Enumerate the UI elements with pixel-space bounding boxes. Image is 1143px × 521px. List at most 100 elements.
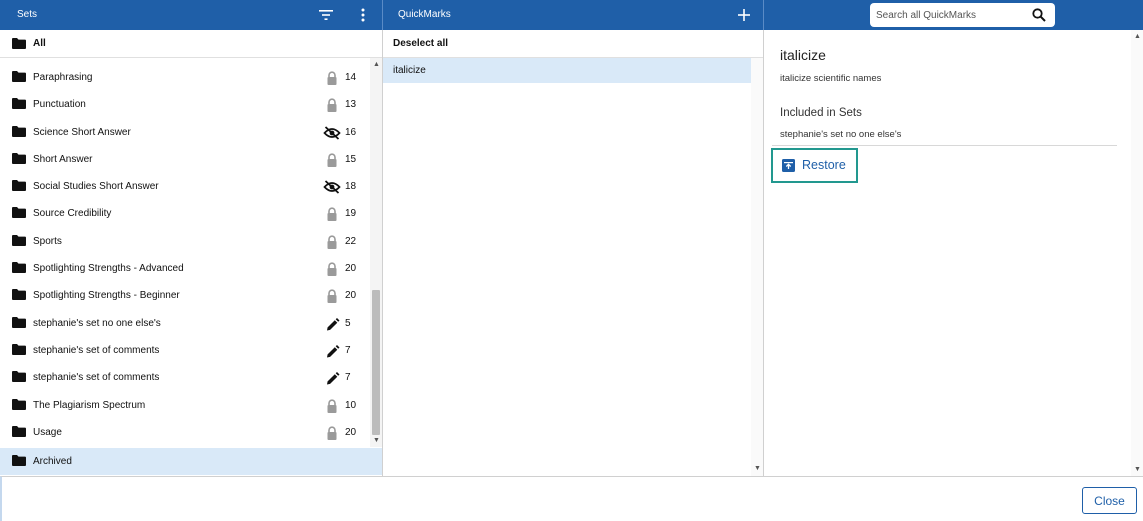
set-label: Social Studies Short Answer xyxy=(33,181,159,193)
pencil-icon xyxy=(323,371,341,385)
set-label: Source Credibility xyxy=(33,208,112,220)
set-count: 10 xyxy=(345,399,357,411)
set-count: 18 xyxy=(345,181,357,193)
deselect-all-label: Deselect all xyxy=(393,38,449,49)
set-count: 16 xyxy=(345,126,357,138)
lock-icon xyxy=(323,235,341,249)
set-count: 20 xyxy=(345,263,357,275)
folder-icon xyxy=(12,180,26,192)
quickmark-title: italicize xyxy=(780,47,826,63)
folder-icon xyxy=(12,262,26,274)
hidden-eye-icon xyxy=(323,180,341,194)
set-list-item[interactable]: Spotlighting Strengths - Beginner 20 xyxy=(0,282,370,309)
set-count: 7 xyxy=(345,344,351,356)
pencil-icon xyxy=(323,344,341,358)
lock-icon xyxy=(323,71,341,85)
set-list-item[interactable]: Science Short Answer 16 xyxy=(0,119,370,146)
folder-icon xyxy=(12,289,26,301)
sidebar-item-archived[interactable]: Archived xyxy=(0,448,382,475)
scroll-thumb[interactable] xyxy=(372,290,380,435)
set-list-item[interactable]: Spotlighting Strengths - Advanced 20 xyxy=(0,255,370,282)
header-divider xyxy=(763,0,764,30)
lock-icon xyxy=(323,207,341,222)
restore-button[interactable]: Restore xyxy=(771,148,858,183)
archive-restore-icon xyxy=(782,159,795,172)
folder-icon xyxy=(12,398,26,410)
set-list-item[interactable]: stephanie's set of comments 7 xyxy=(0,364,370,391)
set-list-item[interactable]: Paraphrasing 14 xyxy=(0,64,370,91)
folder-icon xyxy=(12,234,26,246)
restore-label: Restore xyxy=(802,158,846,172)
set-list-item[interactable]: Sports 22 xyxy=(0,228,370,255)
plus-icon[interactable] xyxy=(737,8,751,22)
quickmark-description: italicize scientific names xyxy=(780,73,882,84)
quickmark-item[interactable]: italicize xyxy=(383,58,751,83)
lock-icon xyxy=(323,289,341,304)
set-label: stephanie's set of comments xyxy=(33,372,160,384)
set-count: 20 xyxy=(345,290,357,302)
quickmarks-panel-title: QuickMarks xyxy=(398,9,451,20)
scroll-down-arrow-icon[interactable]: ▼ xyxy=(754,465,761,472)
more-vert-icon[interactable] xyxy=(358,8,368,22)
search-icon[interactable] xyxy=(1032,8,1046,22)
folder-icon xyxy=(12,316,26,328)
filter-icon[interactable] xyxy=(319,9,333,21)
lock-icon xyxy=(323,262,341,277)
scroll-down-arrow-icon[interactable]: ▼ xyxy=(1134,466,1141,473)
archived-label: Archived xyxy=(33,456,72,467)
folder-icon xyxy=(12,207,26,219)
set-label: Science Short Answer xyxy=(33,126,131,138)
set-label: stephanie's set no one else's xyxy=(33,317,161,329)
set-label: Spotlighting Strengths - Beginner xyxy=(33,290,180,302)
close-button[interactable]: Close xyxy=(1082,487,1137,514)
set-label: Punctuation xyxy=(33,99,86,111)
dialog-footer: Close xyxy=(0,476,1143,521)
set-list-item[interactable]: Short Answer 15 xyxy=(0,146,370,173)
folder-icon xyxy=(12,343,26,355)
quickmarks-scrollbar[interactable]: ▼ xyxy=(751,58,763,476)
scroll-down-arrow-icon[interactable]: ▼ xyxy=(373,437,380,444)
sets-panel-title: Sets xyxy=(17,9,38,20)
set-list-item[interactable]: Source Credibility 19 xyxy=(0,200,370,227)
lock-icon xyxy=(323,399,341,413)
set-count: 5 xyxy=(345,317,351,329)
header-divider xyxy=(382,0,383,30)
top-header-bar: Sets QuickMarks xyxy=(0,0,1143,30)
scroll-up-arrow-icon[interactable]: ▲ xyxy=(373,61,380,68)
set-label: Short Answer xyxy=(33,153,93,165)
included-in-sets-heading: Included in Sets xyxy=(780,107,862,119)
set-list-item[interactable]: Usage 20 xyxy=(0,419,370,446)
folder-icon xyxy=(12,455,26,466)
search-box xyxy=(870,3,1055,27)
sets-list: Paraphrasing 14 Punctuation 13 Science Short… xyxy=(0,64,370,446)
folder-icon xyxy=(12,125,26,137)
deselect-all-button[interactable]: Deselect all xyxy=(383,30,763,58)
set-count: 22 xyxy=(345,235,357,247)
set-label: Usage xyxy=(33,426,62,438)
set-list-item[interactable]: The Plagiarism Spectrum 10 xyxy=(0,392,370,419)
set-count: 14 xyxy=(345,72,357,83)
set-list-item[interactable]: Social Studies Short Answer 18 xyxy=(0,173,370,200)
detail-scrollbar[interactable]: ▲ ▼ xyxy=(1131,30,1143,476)
included-set-name: stephanie's set no one else's xyxy=(780,129,902,140)
search-input[interactable] xyxy=(876,7,1026,23)
set-count: 15 xyxy=(345,153,357,165)
folder-icon xyxy=(12,98,26,110)
folder-icon xyxy=(12,425,26,437)
sets-all-row[interactable]: All xyxy=(0,30,382,58)
column-divider xyxy=(382,30,383,476)
set-count: 20 xyxy=(345,426,357,438)
lock-icon xyxy=(323,98,341,113)
set-list-item[interactable]: stephanie's set of comments 7 xyxy=(0,337,370,364)
set-label: The Plagiarism Spectrum xyxy=(33,399,146,411)
set-count: 13 xyxy=(345,99,357,111)
scroll-up-arrow-icon[interactable]: ▲ xyxy=(1134,33,1141,40)
pencil-icon xyxy=(323,317,341,331)
set-label: Paraphrasing xyxy=(33,72,93,83)
set-list-item[interactable]: stephanie's set no one else's 5 xyxy=(0,310,370,337)
folder-icon xyxy=(12,371,26,383)
folder-icon xyxy=(12,152,26,164)
set-list-item[interactable]: Punctuation 13 xyxy=(0,91,370,118)
lock-icon xyxy=(323,426,341,440)
sets-scrollbar[interactable]: ▲ ▼ xyxy=(370,58,382,447)
